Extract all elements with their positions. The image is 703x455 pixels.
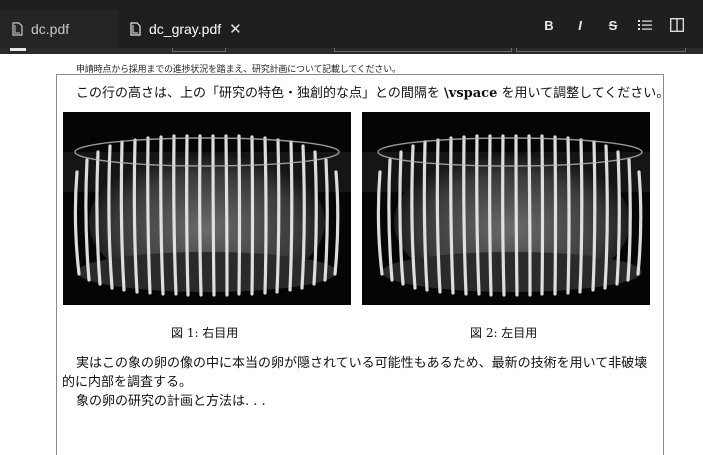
tab-label: dc.pdf bbox=[31, 21, 70, 37]
split-view-button[interactable] bbox=[666, 14, 688, 36]
pdf-toolbar bbox=[0, 48, 703, 54]
lead-text-end: を用いて調整してください。 bbox=[497, 86, 670, 101]
tab-label: dc_gray.pdf bbox=[149, 21, 222, 37]
figure-2-image bbox=[362, 112, 650, 305]
list-icon bbox=[638, 20, 652, 30]
tab-bar: dc.pdf dc_gray.pdf ✕ B I S bbox=[0, 0, 703, 48]
strikethrough-button[interactable]: S bbox=[602, 14, 624, 36]
body-paragraph-2: 象の卵の研究の計画と方法は. . . bbox=[76, 394, 266, 409]
figure-1-caption: 図 1: 右目用 bbox=[171, 326, 239, 340]
lead-line: この行の高さは、上の「研究の特色・独創的な点」との間隔を \vspace を用い… bbox=[76, 82, 669, 101]
tab-dc-gray-pdf[interactable]: dc_gray.pdf ✕ bbox=[118, 10, 245, 48]
italic-button[interactable]: I bbox=[569, 14, 591, 36]
list-button[interactable] bbox=[634, 14, 656, 36]
file-icon bbox=[130, 22, 141, 36]
sidebar-toggle[interactable] bbox=[10, 48, 26, 51]
figure-1-image bbox=[63, 112, 351, 305]
vspace-command: \vspace bbox=[444, 86, 498, 101]
bold-button[interactable]: B bbox=[538, 14, 560, 36]
toolbar-control[interactable] bbox=[516, 48, 686, 52]
close-icon[interactable]: ✕ bbox=[229, 20, 242, 38]
file-icon bbox=[12, 22, 23, 36]
body-paragraph: 実はこの象の卵の像の中に本当の卵が隠されている可能性もあるため、最新の技術を用い… bbox=[62, 356, 648, 390]
zoom-select[interactable] bbox=[334, 48, 512, 52]
split-view-icon bbox=[670, 18, 684, 32]
tab-dc-pdf[interactable]: dc.pdf bbox=[0, 10, 118, 48]
pdf-page: 申請時点から採用までの進捗状況を踏まえ、研究計画について記載してください。 この… bbox=[0, 54, 703, 455]
lead-text: この行の高さは、上の「研究の特色・独創的な点」との間隔を bbox=[76, 86, 445, 101]
page-number-field[interactable] bbox=[172, 48, 226, 52]
figure-2-caption: 図 2: 左目用 bbox=[470, 326, 538, 340]
